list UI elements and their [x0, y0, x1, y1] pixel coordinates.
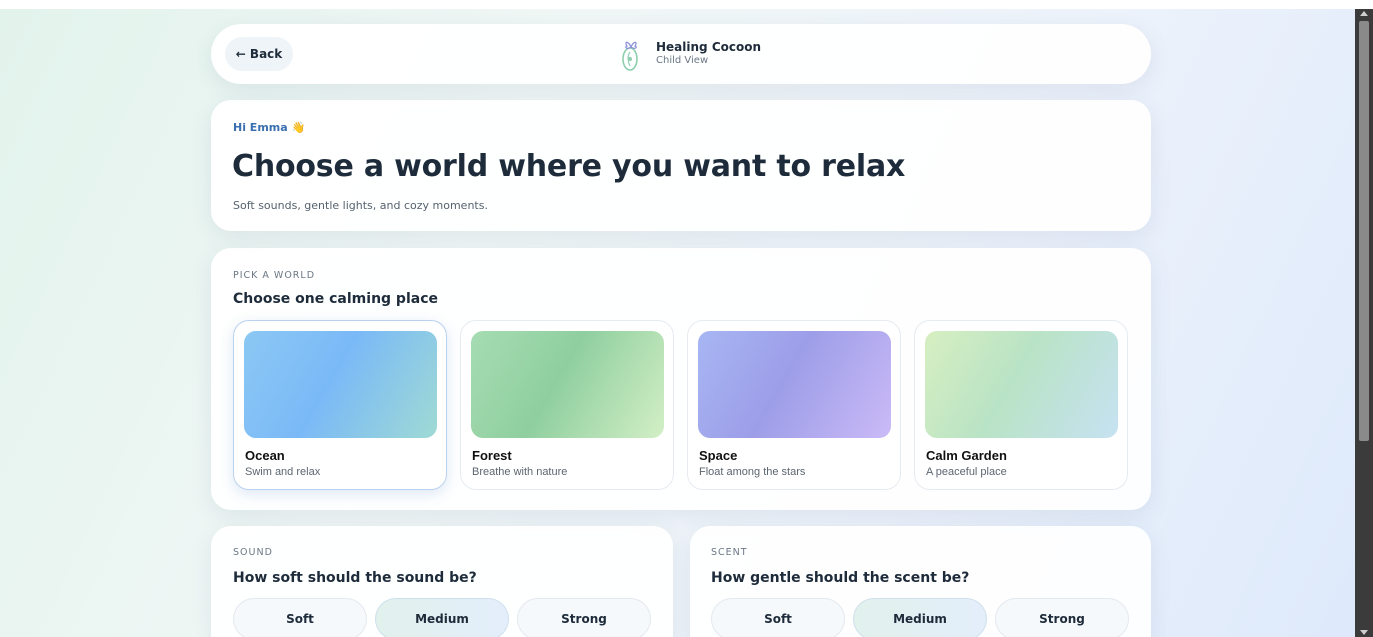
sound-option-soft[interactable]: Soft	[233, 598, 367, 637]
world-description: Swim and relax	[245, 466, 321, 478]
hero-card: Hi Emma 👋 Choose a world where you want …	[211, 100, 1151, 231]
sound-settings: SOUND How soft should the sound be? Soft…	[211, 526, 673, 637]
sound-option-medium[interactable]: Medium	[375, 598, 509, 637]
world-name: Ocean	[245, 448, 285, 463]
world-swatch	[244, 331, 437, 438]
brand-title: Healing Cocoon	[656, 40, 762, 54]
cocoon-butterfly-icon	[622, 41, 638, 71]
scent-settings: SCENT How gentle should the scent be? So…	[690, 526, 1151, 637]
page-subtitle: Soft sounds, gentle lights, and cozy mom…	[233, 199, 488, 212]
scent-option-strong[interactable]: Strong	[995, 598, 1129, 637]
world-description: Float among the stars	[699, 466, 806, 478]
world-picker: PICK A WORLD Choose one calming place Oc…	[211, 248, 1151, 510]
brand-subtitle: Child View	[656, 55, 709, 66]
sound-option-strong[interactable]: Strong	[517, 598, 651, 637]
sound-eyebrow: SOUND	[233, 547, 273, 558]
world-swatch	[925, 331, 1118, 438]
greeting: Hi Emma 👋	[233, 121, 306, 134]
back-button[interactable]: ← Back	[225, 37, 293, 71]
world-card-forest[interactable]: Forest Breathe with nature	[460, 320, 674, 490]
world-description: A peaceful place	[926, 466, 1007, 478]
brand: Healing Cocoon Child View	[616, 34, 761, 74]
world-name: Calm Garden	[926, 448, 1007, 463]
scent-option-medium[interactable]: Medium	[853, 598, 987, 637]
world-card-calm-garden[interactable]: Calm Garden A peaceful place	[914, 320, 1128, 490]
scroll-up-icon[interactable]	[1360, 11, 1368, 16]
world-card-ocean[interactable]: Ocean Swim and relax	[233, 320, 447, 490]
world-name: Space	[699, 448, 738, 463]
world-name: Forest	[472, 448, 512, 463]
world-description: Breathe with nature	[472, 466, 568, 478]
scrollbar-thumb[interactable]	[1359, 21, 1369, 441]
world-section-title: Choose one calming place	[233, 291, 438, 307]
world-card-space[interactable]: Space Float among the stars	[687, 320, 901, 490]
browser-top-strip	[0, 0, 1373, 9]
world-swatch	[698, 331, 891, 438]
scent-section-title: How gentle should the scent be?	[711, 570, 970, 586]
app-header: ← Back Healing Cocoon Child View	[211, 24, 1151, 84]
scent-eyebrow: SCENT	[711, 547, 748, 558]
page-title: Choose a world where you want to relax	[232, 149, 906, 184]
world-eyebrow: PICK A WORLD	[233, 270, 316, 281]
scroll-down-icon[interactable]	[1360, 630, 1368, 635]
page-scrollbar[interactable]	[1355, 9, 1373, 637]
sound-section-title: How soft should the sound be?	[233, 570, 477, 586]
scent-option-soft[interactable]: Soft	[711, 598, 845, 637]
world-swatch	[471, 331, 664, 438]
